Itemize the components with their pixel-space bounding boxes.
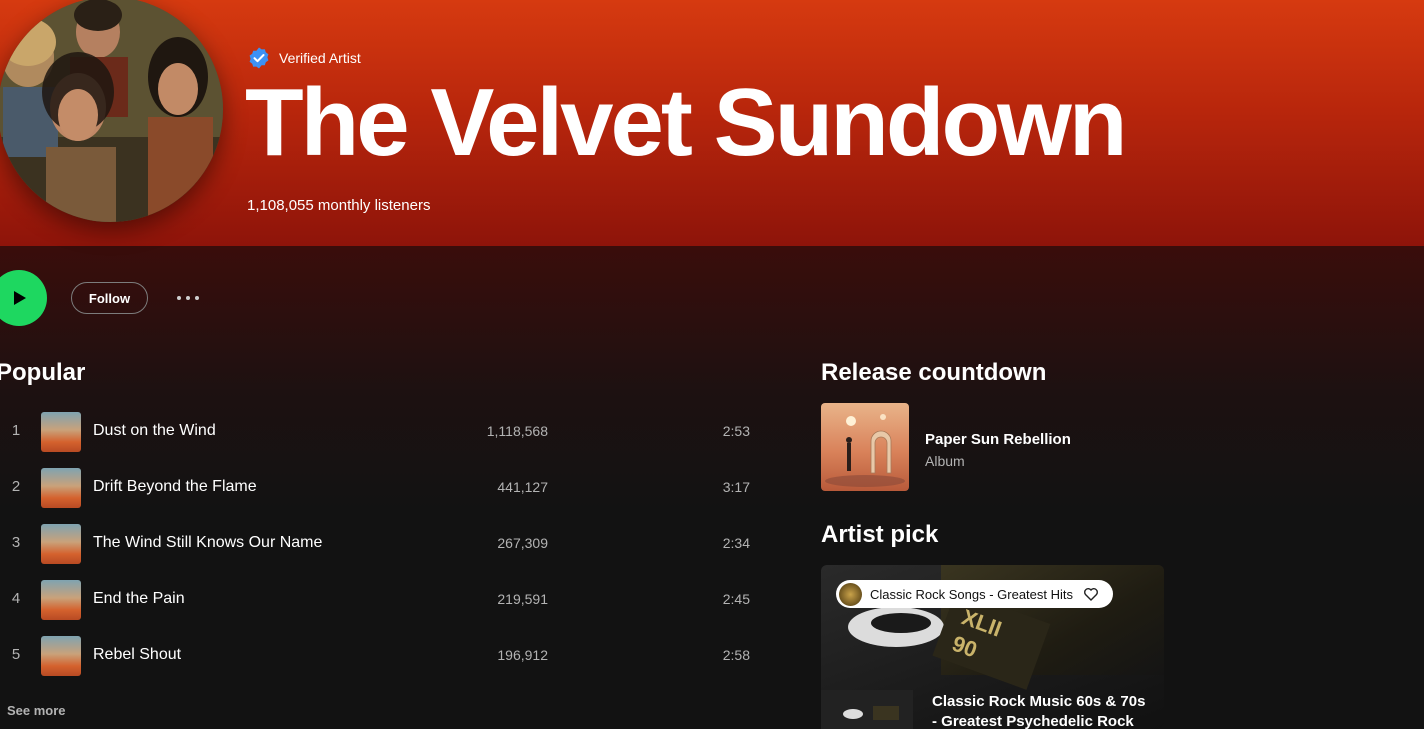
track-plays: 267,309 xyxy=(497,535,548,551)
track-cover xyxy=(41,412,81,452)
track-row[interactable]: 4 End the Pain 219,591 2:45 xyxy=(0,572,770,628)
artist-pick-comment[interactable]: Classic Rock Songs - Greatest Hits xyxy=(836,580,1113,608)
artist-pick-avatar xyxy=(839,582,862,606)
artist-pick-comment-text: Classic Rock Songs - Greatest Hits xyxy=(870,586,1074,602)
artist-pick-title-line: Classic Rock Music 60s & 70s xyxy=(932,693,1146,710)
artist-pick-title-line: - Greatest Psychedelic Rock xyxy=(932,713,1134,729)
track-number: 1 xyxy=(11,422,21,439)
see-more-link[interactable]: See more xyxy=(7,703,66,718)
release-type: Album xyxy=(925,453,965,469)
artist-pick-thumbnail[interactable] xyxy=(821,690,913,729)
artist-name: The Velvet Sundown xyxy=(245,69,1127,176)
track-number: 3 xyxy=(11,534,21,551)
heart-icon xyxy=(1084,588,1098,601)
popular-heading: Popular xyxy=(0,359,86,386)
more-options-icon[interactable] xyxy=(172,289,204,307)
verified-badge-icon xyxy=(249,47,269,69)
track-duration: 2:45 xyxy=(722,591,750,607)
track-plays: 196,912 xyxy=(497,647,548,663)
track-duration: 2:34 xyxy=(722,535,750,551)
track-number: 2 xyxy=(11,478,21,495)
release-title[interactable]: Paper Sun Rebellion xyxy=(925,431,1071,448)
track-plays: 441,127 xyxy=(497,479,548,495)
track-cover xyxy=(41,524,81,564)
play-icon xyxy=(14,291,26,305)
artist-pick-title[interactable]: Classic Rock Music 60s & 70s - Greatest … xyxy=(932,692,1152,729)
track-row[interactable]: 5 Rebel Shout 196,912 2:58 xyxy=(0,628,770,684)
track-title[interactable]: End the Pain xyxy=(93,590,185,608)
track-title[interactable]: Rebel Shout xyxy=(93,646,181,664)
monthly-listeners: 1,108,055 monthly listeners xyxy=(247,197,431,214)
popular-tracks-list: 1 Dust on the Wind 1,118,568 2:53 2 Drif… xyxy=(0,404,770,684)
track-row[interactable]: 3 The Wind Still Knows Our Name 267,309 … xyxy=(0,516,770,572)
track-title[interactable]: Drift Beyond the Flame xyxy=(93,478,257,496)
track-cover xyxy=(41,636,81,676)
verified-badge-row: Verified Artist xyxy=(247,46,361,70)
track-row[interactable]: 2 Drift Beyond the Flame 441,127 3:17 xyxy=(0,460,770,516)
follow-button[interactable]: Follow xyxy=(71,282,148,314)
release-cover[interactable] xyxy=(821,403,909,491)
track-number: 5 xyxy=(11,646,21,663)
track-duration: 2:53 xyxy=(722,423,750,439)
track-title[interactable]: Dust on the Wind xyxy=(93,422,216,440)
artist-avatar xyxy=(0,0,223,222)
release-countdown-heading: Release countdown xyxy=(821,359,1047,386)
track-cover xyxy=(41,580,81,620)
track-duration: 2:58 xyxy=(722,647,750,663)
track-plays: 1,118,568 xyxy=(486,423,548,439)
track-title[interactable]: The Wind Still Knows Our Name xyxy=(93,534,322,552)
verified-artist-label: Verified Artist xyxy=(279,50,361,66)
track-cover xyxy=(41,468,81,508)
track-duration: 3:17 xyxy=(722,479,750,495)
track-row[interactable]: 1 Dust on the Wind 1,118,568 2:53 xyxy=(0,404,770,460)
artist-pick-heading: Artist pick xyxy=(821,521,939,548)
track-plays: 219,591 xyxy=(497,591,548,607)
track-number: 4 xyxy=(11,590,21,607)
